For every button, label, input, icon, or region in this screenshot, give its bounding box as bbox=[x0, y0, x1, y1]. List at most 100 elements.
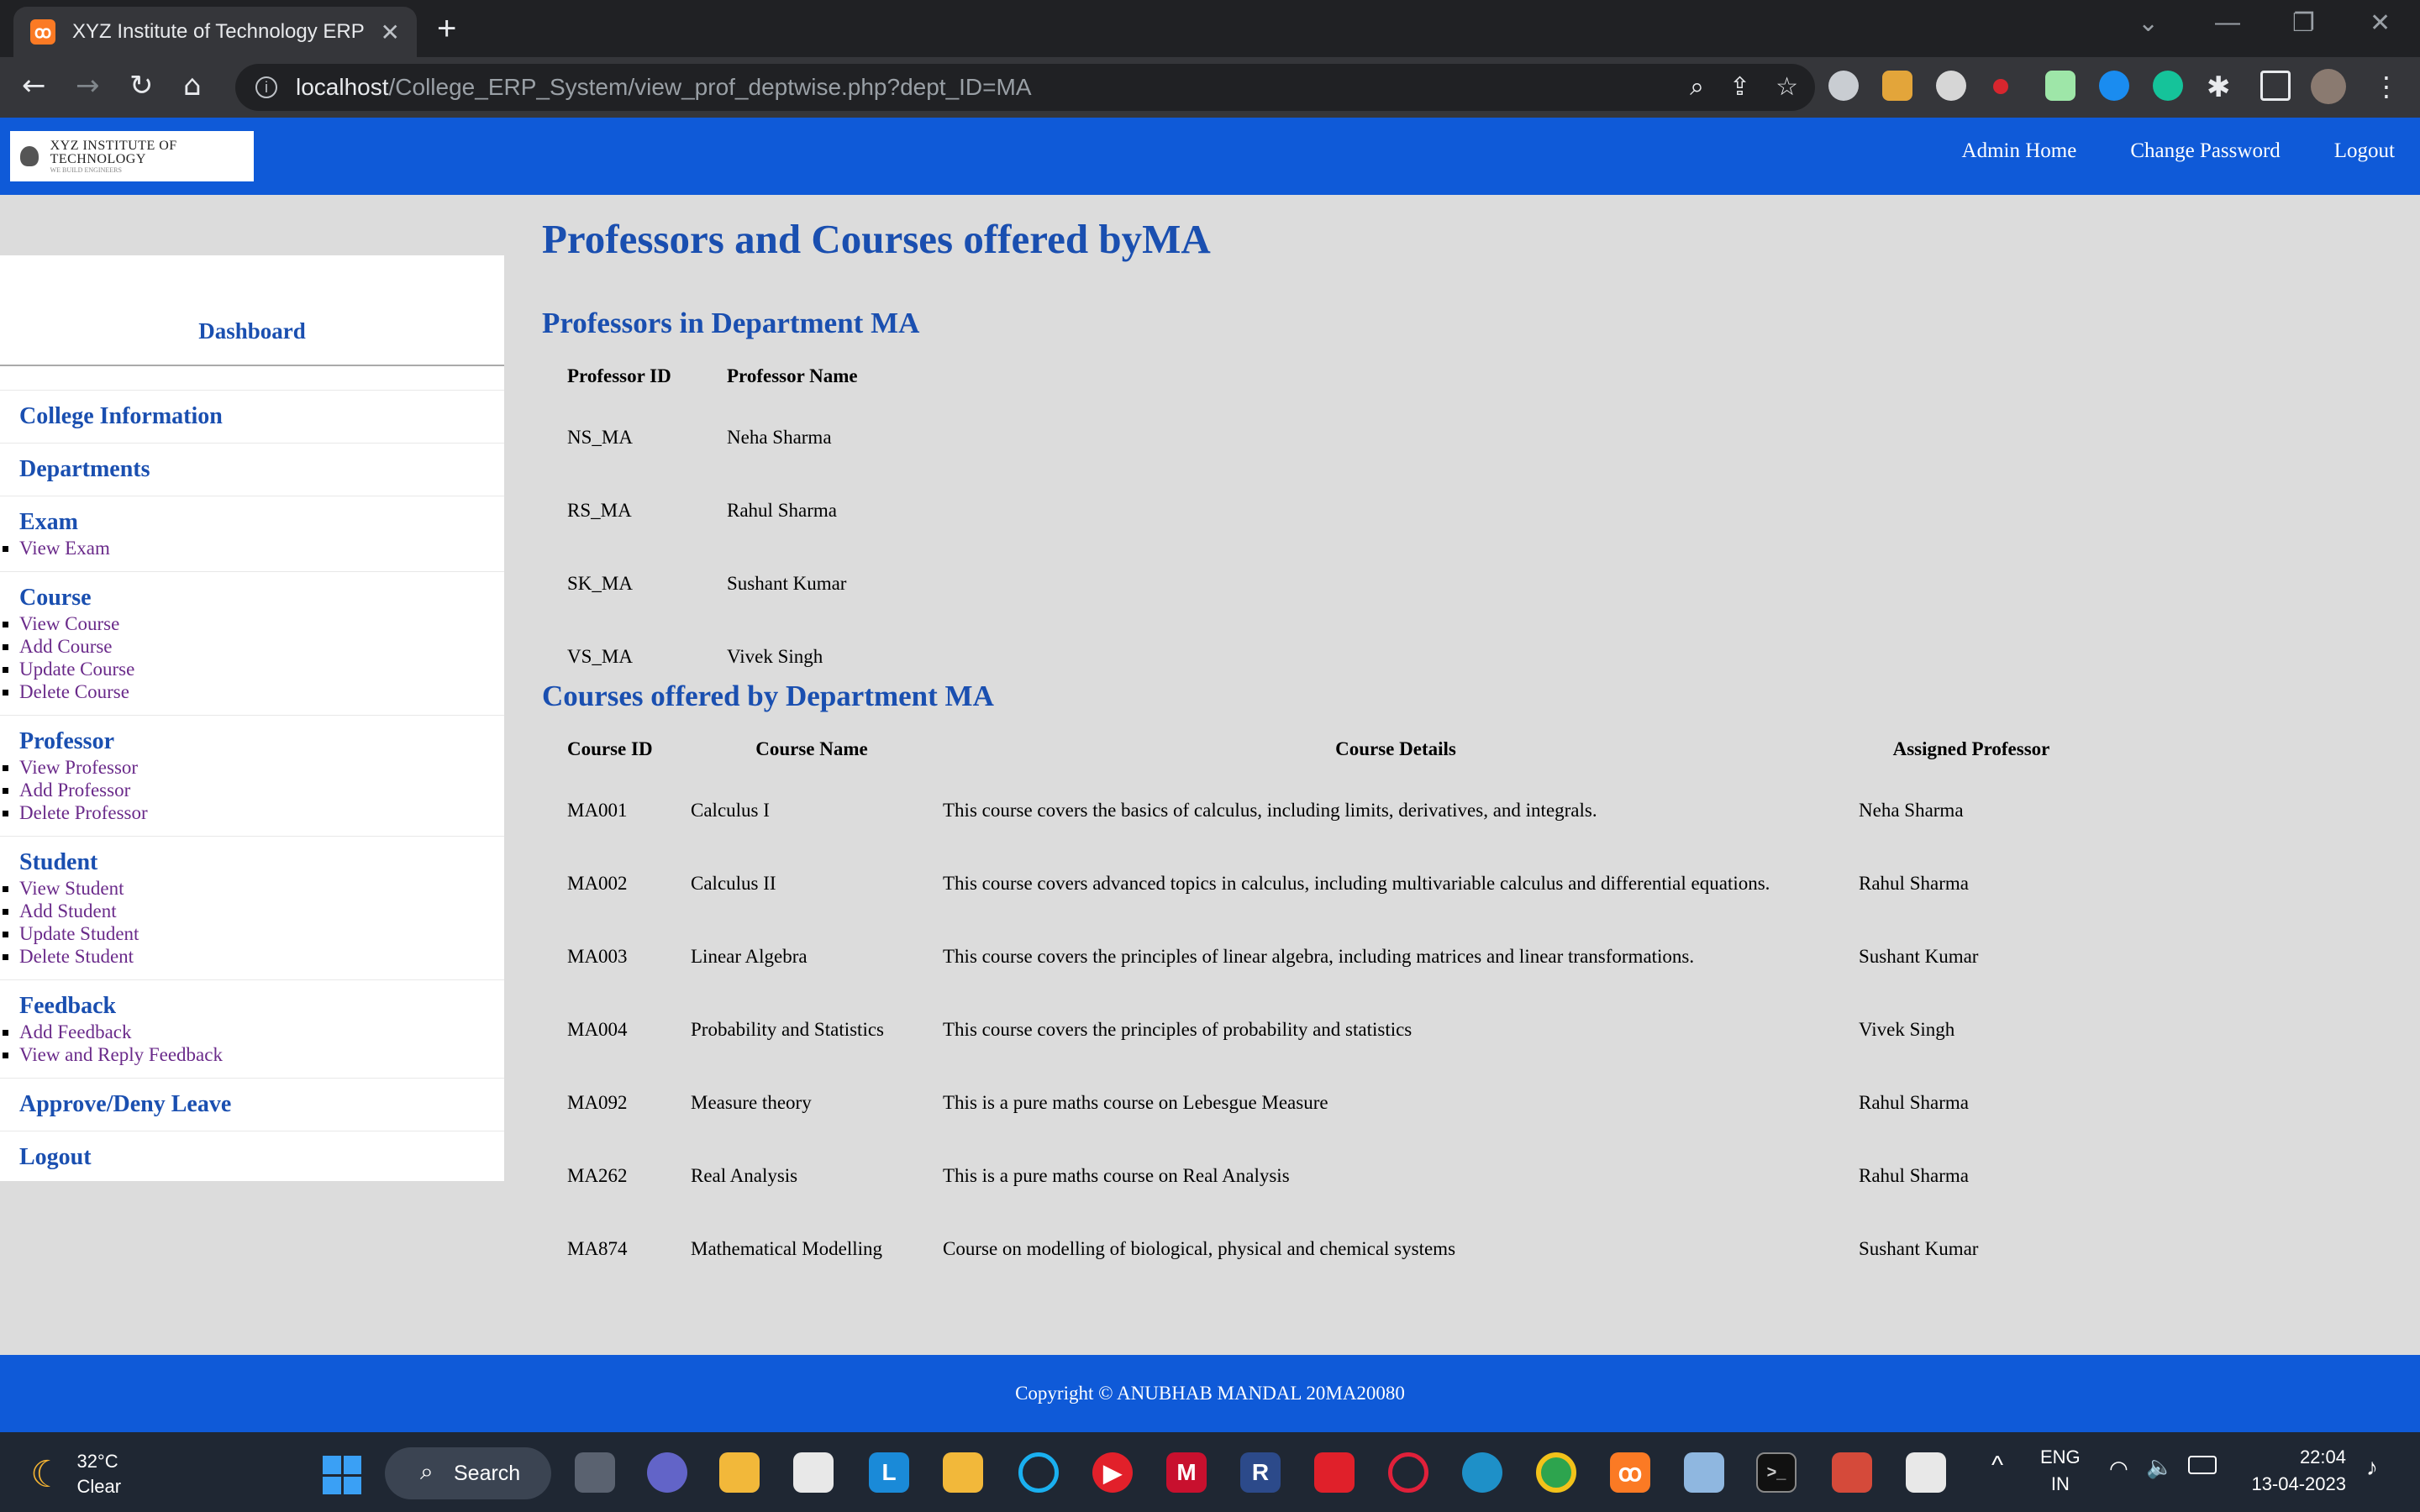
extension-rocket-icon[interactable] bbox=[2045, 71, 2075, 101]
table-cell: RS_MA bbox=[567, 499, 632, 521]
logout-link[interactable]: Logout bbox=[2334, 139, 2395, 163]
site-info-icon[interactable]: i bbox=[255, 76, 277, 98]
table-cell: Rahul Sharma bbox=[1859, 872, 1969, 894]
microsoft-store-icon[interactable] bbox=[793, 1452, 834, 1493]
volume-icon[interactable]: 🔈 bbox=[2146, 1454, 2173, 1481]
sidebar-link-view-student[interactable]: View Student bbox=[19, 878, 124, 899]
sidebar-link-update-course[interactable]: Update Course bbox=[19, 659, 134, 680]
sidebar-item-logout[interactable]: Logout bbox=[0, 1143, 504, 1172]
table-cell: MA874 bbox=[567, 1237, 628, 1259]
new-tab-button[interactable]: + bbox=[437, 10, 456, 48]
back-arrow-icon[interactable]: ← bbox=[22, 69, 46, 102]
side-panel-icon[interactable] bbox=[2260, 71, 2291, 101]
sidebar-item-student[interactable]: Student bbox=[0, 848, 504, 877]
dashboard-title[interactable]: Dashboard bbox=[198, 318, 306, 344]
resource-monitor-icon[interactable] bbox=[1684, 1452, 1724, 1493]
sidebar-link-view-professor[interactable]: View Professor bbox=[19, 757, 138, 778]
share-icon[interactable]: ⇪ bbox=[1729, 72, 1750, 102]
sidebar-link-add-feedback[interactable]: Add Feedback bbox=[19, 1021, 132, 1042]
sidebar-link-add-course[interactable]: Add Course bbox=[19, 636, 113, 657]
sidebar-item-exam[interactable]: Exam bbox=[0, 508, 504, 537]
terminal-icon[interactable]: >_ bbox=[1756, 1452, 1797, 1493]
admin-home-link[interactable]: Admin Home bbox=[1962, 139, 2077, 163]
table-cell: This course covers the principles of lin… bbox=[943, 945, 1695, 967]
window-close-icon[interactable]: ✕ bbox=[2370, 8, 2391, 38]
sidebar-item-feedback[interactable]: Feedback bbox=[0, 992, 504, 1021]
sidebar-link-view-exam[interactable]: View Exam bbox=[19, 538, 110, 559]
alexa-icon[interactable] bbox=[1018, 1452, 1059, 1493]
sidebar-item-course[interactable]: Course bbox=[0, 584, 504, 612]
extension-glasses-icon[interactable] bbox=[1936, 71, 1966, 101]
extension-notes-icon[interactable] bbox=[1882, 71, 1912, 101]
temperature: 32°C bbox=[76, 1451, 118, 1472]
taskbar-search[interactable]: ⌕ Search bbox=[385, 1447, 551, 1499]
file-explorer-icon[interactable] bbox=[719, 1452, 760, 1493]
extension-grammarly-icon[interactable] bbox=[2153, 71, 2183, 101]
tab-close-icon[interactable]: ✕ bbox=[381, 18, 400, 46]
sidebar-submenu: View Exam bbox=[0, 537, 504, 559]
rstudio-icon[interactable]: R bbox=[1240, 1452, 1281, 1493]
sidebar-subitem: View Professor bbox=[19, 756, 504, 779]
task-view-icon[interactable] bbox=[575, 1452, 615, 1493]
show-hidden-icons-chevron-icon[interactable]: ^ bbox=[1991, 1452, 2003, 1479]
logo-name: XYZ INSTITUTE OF TECHNOLOGY bbox=[50, 138, 177, 166]
sidebar-group: College Information bbox=[0, 390, 504, 443]
xampp-icon[interactable]: ꝏ bbox=[1610, 1452, 1650, 1493]
forward-arrow-icon[interactable]: → bbox=[76, 69, 100, 102]
table-cell: Calculus I bbox=[691, 799, 770, 821]
sidebar-link-view-course[interactable]: View Course bbox=[19, 613, 119, 634]
tab-search-chevron-icon[interactable]: ⌄ bbox=[2138, 8, 2159, 38]
minimize-icon[interactable]: — bbox=[2215, 8, 2240, 37]
table-cell: SK_MA bbox=[567, 572, 633, 594]
extension-shazam-icon[interactable] bbox=[2099, 71, 2129, 101]
sidebar-link-delete-student[interactable]: Delete Student bbox=[19, 946, 134, 967]
sidebar-group: Approve/Deny Leave bbox=[0, 1078, 504, 1131]
edge-icon[interactable] bbox=[1462, 1452, 1502, 1493]
start-button[interactable] bbox=[323, 1456, 361, 1494]
app-l-icon[interactable]: L bbox=[869, 1452, 909, 1493]
sidebar-item-college-information[interactable]: College Information bbox=[0, 402, 504, 431]
sidebar-link-add-student[interactable]: Add Student bbox=[19, 900, 117, 921]
zoom-icon[interactable]: ⌕ bbox=[1690, 72, 1704, 102]
sidebar-link-delete-professor[interactable]: Delete Professor bbox=[19, 802, 148, 823]
youtube-music-icon[interactable]: ▶ bbox=[1092, 1452, 1133, 1493]
mcafee-icon[interactable]: M bbox=[1166, 1452, 1207, 1493]
onedrive-folder-icon[interactable] bbox=[943, 1452, 983, 1493]
sidebar-link-add-professor[interactable]: Add Professor bbox=[19, 780, 130, 801]
sidebar-link-delete-course[interactable]: Delete Course bbox=[19, 681, 129, 702]
sidebar-item-departments[interactable]: Departments bbox=[0, 455, 504, 484]
profile-avatar[interactable] bbox=[2311, 69, 2346, 104]
table-header-row: Professor ID Professor Name bbox=[542, 352, 870, 387]
sidebar-link-update-student[interactable]: Update Student bbox=[19, 923, 139, 944]
reload-icon[interactable]: ↻ bbox=[129, 69, 154, 102]
chrome-icon[interactable] bbox=[1536, 1452, 1576, 1493]
language-indicator[interactable]: ENG IN bbox=[2040, 1444, 2081, 1498]
browser-tab[interactable]: ꝏ XYZ Institute of Technology ERP ✕ bbox=[13, 7, 417, 57]
shield-app-icon[interactable] bbox=[1314, 1452, 1355, 1493]
battery-icon[interactable] bbox=[2188, 1456, 2217, 1474]
browser-menu-icon[interactable]: ⋮ bbox=[2373, 71, 2403, 102]
home-icon[interactable]: ⌂ bbox=[183, 69, 202, 102]
git-icon[interactable] bbox=[1832, 1452, 1872, 1493]
opera-icon[interactable] bbox=[1388, 1452, 1428, 1493]
extension-record-icon[interactable] bbox=[1993, 79, 2008, 94]
extensions-puzzle-icon[interactable]: ✱ bbox=[2207, 71, 2237, 104]
teams-chat-icon[interactable] bbox=[647, 1452, 687, 1493]
sidebar-subitem: View and Reply Feedback bbox=[19, 1043, 504, 1066]
bookmark-star-icon[interactable]: ☆ bbox=[1776, 72, 1798, 102]
change-password-link[interactable]: Change Password bbox=[2130, 139, 2280, 163]
restore-icon[interactable]: ❐ bbox=[2292, 8, 2315, 38]
notifications-bell-icon[interactable]: ♪ bbox=[2366, 1454, 2378, 1481]
table-cell: This course covers the principles of pro… bbox=[943, 1018, 1413, 1040]
snipping-tool-icon[interactable] bbox=[1906, 1452, 1946, 1493]
sidebar-menu: College Information Departments ExamView E… bbox=[0, 390, 504, 1184]
site-logo[interactable]: XYZ INSTITUTE OF TECHNOLOGY WE BUILD ENG… bbox=[10, 131, 254, 181]
clock[interactable]: 22:04 13-04-2023 bbox=[2245, 1444, 2346, 1498]
weather-widget[interactable]: ☾ 32°C Clear bbox=[30, 1449, 121, 1499]
sidebar-item-professor[interactable]: Professor bbox=[0, 727, 504, 756]
address-bar[interactable]: i localhost/College_ERP_System/view_prof… bbox=[235, 64, 1815, 111]
sidebar-item-approve-deny-leave[interactable]: Approve/Deny Leave bbox=[0, 1090, 504, 1119]
wifi-icon[interactable]: ◠ bbox=[2109, 1456, 2128, 1483]
sidebar-link-view-and-reply-feedback[interactable]: View and Reply Feedback bbox=[19, 1044, 223, 1065]
extension-cloud-icon[interactable] bbox=[1828, 71, 1859, 101]
